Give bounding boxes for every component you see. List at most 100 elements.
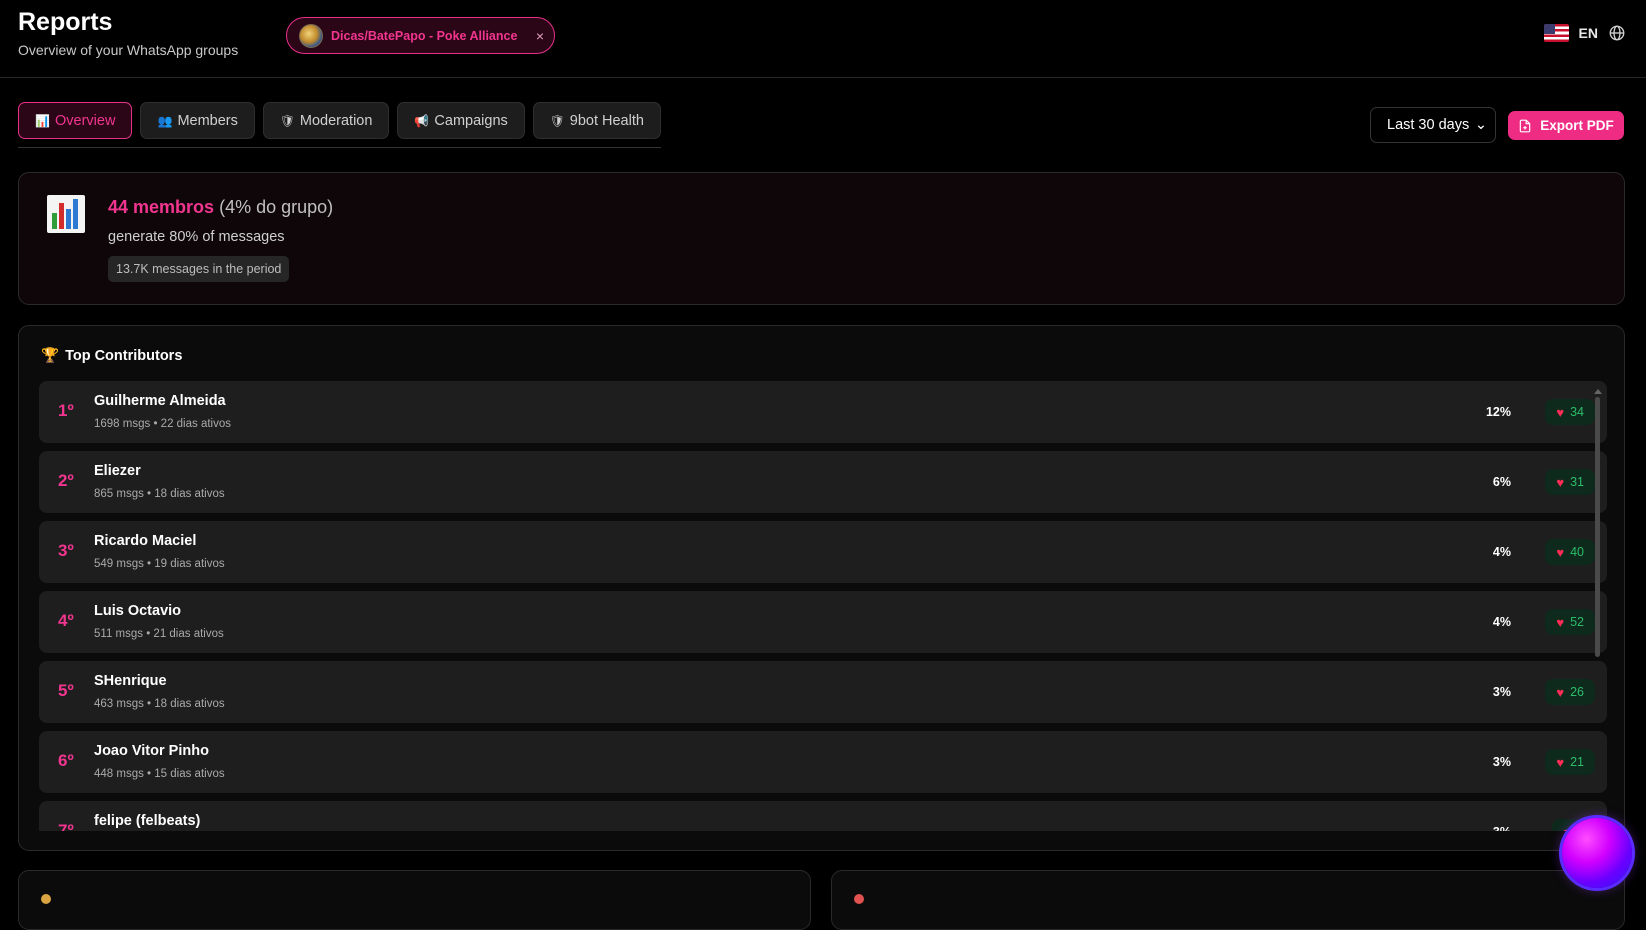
rank: 2º (58, 471, 74, 490)
heart-icon: ♥ (1556, 684, 1565, 700)
member-name: Guilherme Almeida (94, 393, 226, 409)
member-percent: (4% do grupo) (219, 197, 334, 217)
tab-overview[interactable]: 📊 Overview (18, 102, 133, 139)
bar-chart-icon (47, 195, 85, 233)
member-name: Joao Vitor Pinho (94, 743, 209, 759)
list-item[interactable]: 2º Eliezer 865 msgs • 18 dias ativos 6% … (39, 451, 1607, 513)
likes-count: 40 (1570, 545, 1584, 559)
member-percent: 6% (1492, 475, 1511, 489)
likes-badge: ♥ 31 (1545, 469, 1595, 495)
heart-icon: ♥ (1556, 404, 1565, 420)
list-item[interactable]: 5º SHenrique 463 msgs • 18 dias ativos 3… (39, 661, 1607, 723)
scroll-thumb[interactable] (1595, 397, 1600, 657)
list-scrollbar[interactable] (1594, 389, 1602, 829)
heart-icon: ♥ (1556, 754, 1565, 770)
date-range-select[interactable]: Last 30 days ⌄ (1370, 107, 1496, 143)
section-title-label: Top Contributors (65, 347, 183, 364)
tab-campaigns[interactable]: 📢 Campaigns (397, 102, 525, 139)
likes-count: 34 (1570, 405, 1584, 419)
us-flag-icon (1543, 24, 1569, 42)
likes-badge: ♥ 34 (1545, 399, 1595, 425)
selected-group-chip[interactable]: Dicas/BatePapo - Poke Alliance × (286, 17, 555, 54)
globe-icon[interactable] (1608, 24, 1626, 42)
tab-label: 9bot Health (569, 112, 644, 129)
bottom-card-right (831, 870, 1625, 930)
close-icon[interactable]: × (536, 28, 544, 44)
tab-label: Overview (55, 112, 116, 129)
bottom-card-left (18, 870, 811, 930)
tab-moderation[interactable]: 🛡 Moderation (262, 102, 390, 139)
shield-icon: 🛡 (279, 113, 296, 128)
member-stats: 463 msgs • 18 dias ativos (94, 698, 225, 710)
section-title: 🏆 Top Contributors (41, 347, 183, 365)
messages-badge: 13.7K messages in the period (108, 256, 290, 282)
member-percent: 4% (1492, 615, 1511, 629)
tab-9bot-health[interactable]: 🛡 9bot Health (532, 102, 661, 139)
summary-card: 44 membros (4% do grupo) generate 80% of… (18, 172, 1625, 305)
trophy-icon: 🏆 (41, 348, 60, 364)
date-range-value: Last 30 days (1387, 117, 1470, 133)
heart-icon: ♥ (1556, 614, 1565, 630)
page-subtitle: Overview of your WhatsApp groups (18, 42, 239, 58)
group-avatar (299, 23, 323, 48)
tab-members[interactable]: 👥 Members (140, 102, 255, 139)
language-code: EN (1578, 25, 1598, 41)
tab-label: Moderation (299, 112, 373, 129)
likes-badge: ♥ 40 (1545, 539, 1595, 565)
report-tabs: 📊 Overview 👥 Members 🛡 Moderation 📢 Camp… (18, 102, 661, 139)
member-name: Eliezer (94, 463, 141, 479)
scroll-up-arrow-icon[interactable] (1594, 389, 1602, 394)
member-percent: 3% (1492, 685, 1511, 699)
export-pdf-button[interactable]: Export PDF (1508, 111, 1624, 140)
tab-label: Members (177, 112, 238, 129)
rank: 5º (58, 681, 74, 700)
export-pdf-label: Export PDF (1540, 118, 1614, 133)
tabs-divider (18, 147, 661, 148)
users-icon: 👥 (157, 113, 173, 128)
shield-check-icon: 🛡 (549, 113, 565, 128)
likes-count: 26 (1570, 685, 1584, 699)
page-header: Reports Overview of your WhatsApp groups… (0, 0, 1646, 78)
bar-chart-icon: 📊 (35, 113, 50, 128)
member-stats: 511 msgs • 21 dias ativos (94, 628, 224, 640)
language-switcher[interactable]: EN (1543, 24, 1626, 42)
member-percent: 12% (1485, 405, 1511, 419)
member-count: 44 membros (108, 197, 215, 217)
tab-label: Campaigns (434, 112, 508, 129)
heart-icon: ♥ (1556, 474, 1565, 490)
list-item[interactable]: 6º Joao Vitor Pinho 448 msgs • 15 dias a… (39, 731, 1607, 793)
likes-count: 21 (1570, 755, 1584, 769)
top-contributors-card: 🏆 Top Contributors 1º Guilherme Almeida … (18, 325, 1625, 851)
member-stats: 448 msgs • 15 dias ativos (94, 768, 225, 780)
list-item[interactable]: 1º Guilherme Almeida 1698 msgs • 22 dias… (39, 381, 1607, 443)
member-stats: 549 msgs • 19 dias ativos (94, 558, 225, 570)
member-name: Ricardo Maciel (94, 533, 197, 549)
assistant-orb-button[interactable] (1562, 818, 1632, 888)
card-icon (854, 894, 864, 904)
member-name: Luis Octavio (94, 603, 182, 619)
rank: 1º (58, 401, 74, 420)
list-item[interactable]: 4º Luis Octavio 511 msgs • 21 dias ativo… (39, 591, 1607, 653)
member-name: felipe (felbeats) (94, 813, 201, 829)
card-icon (41, 894, 51, 904)
likes-badge: ♥ 52 (1545, 609, 1595, 635)
contributors-list[interactable]: 1º Guilherme Almeida 1698 msgs • 22 dias… (39, 381, 1609, 831)
likes-count: 52 (1570, 615, 1584, 629)
megaphone-icon: 📢 (414, 113, 430, 128)
likes-count: 31 (1570, 475, 1584, 489)
chevron-down-icon: ⌄ (1474, 117, 1487, 133)
rank: 7º (58, 821, 74, 831)
member-percent: 4% (1492, 545, 1511, 559)
group-name: Dicas/BatePapo - Poke Alliance (331, 28, 518, 43)
member-stats: 1698 msgs • 22 dias ativos (94, 418, 231, 430)
list-item[interactable]: 7º felipe (felbeats) 3% ♥9 (39, 801, 1607, 831)
page-title: Reports (18, 8, 113, 36)
member-name: SHenrique (94, 673, 167, 689)
member-percent: 3% (1492, 755, 1511, 769)
summary-headline: 44 membros (4% do grupo) (108, 197, 333, 218)
likes-badge: ♥ 21 (1545, 749, 1595, 775)
file-plus-icon (1519, 119, 1531, 132)
list-item[interactable]: 3º Ricardo Maciel 549 msgs • 19 dias ati… (39, 521, 1607, 583)
member-stats: 865 msgs • 18 dias ativos (94, 488, 225, 500)
rank: 3º (58, 541, 74, 560)
